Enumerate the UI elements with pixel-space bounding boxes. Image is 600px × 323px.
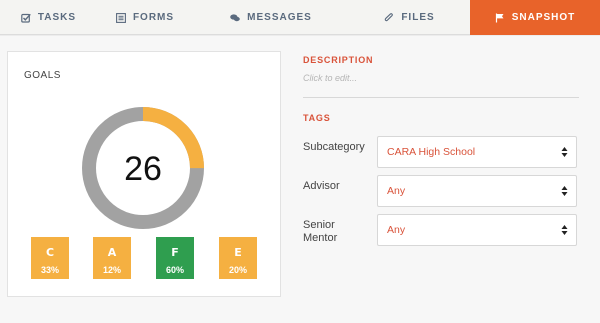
grade-letter: C — [45, 246, 55, 259]
senior-mentor-select[interactable]: Any — [377, 214, 577, 246]
select-arrows-icon — [561, 225, 568, 235]
paperclip-icon — [385, 12, 394, 21]
grade-percent: 12% — [102, 265, 121, 275]
tab-tasks-label: TASKS — [37, 12, 77, 23]
senior-mentor-value: Any — [387, 224, 406, 236]
subcategory-label: Subcategory — [303, 141, 365, 153]
description-label: DESCRIPTION — [303, 55, 374, 65]
goals-card: GOALS 26 C 33% A 12% F 60% E 20% — [7, 51, 281, 297]
advisor-label: Advisor — [303, 180, 340, 192]
grade-box-c: C 33% — [31, 237, 69, 279]
subcategory-select[interactable]: CARA High School — [377, 136, 577, 168]
grade-letter: F — [171, 246, 179, 259]
list-icon — [115, 12, 126, 23]
advisor-select[interactable]: Any — [377, 175, 577, 207]
select-arrows-icon — [561, 186, 568, 196]
tab-messages[interactable]: MESSAGES — [193, 0, 349, 35]
tab-messages-label: MESSAGES — [247, 12, 312, 23]
tab-bar: TASKS FORMS MESSAGES FILES SNAPSHOT — [0, 0, 600, 35]
snapshot-panel: GOALS 26 C 33% A 12% F 60% E 20% DESCRIP… — [0, 36, 600, 323]
grade-box-a: A 12% — [93, 237, 131, 279]
grade-percent: 60% — [165, 265, 184, 275]
tab-snapshot[interactable]: SNAPSHOT — [470, 0, 600, 35]
senior-mentor-label: Senior Mentor — [303, 219, 338, 244]
tab-forms-label: FORMS — [132, 12, 175, 23]
grade-percent: 33% — [40, 265, 59, 275]
flag-icon — [495, 13, 504, 22]
subcategory-value: CARA High School — [387, 146, 476, 158]
grade-letter: A — [107, 246, 117, 259]
description-field[interactable]: Click to edit... — [303, 73, 357, 83]
grade-box-f: F 60% — [156, 237, 194, 279]
tab-forms[interactable]: FORMS — [97, 0, 193, 35]
select-arrows-icon — [561, 147, 568, 157]
tab-tasks[interactable]: TASKS — [0, 0, 97, 35]
advisor-value: Any — [387, 185, 406, 197]
tab-snapshot-label: SNAPSHOT — [511, 12, 576, 23]
chat-bubbles-icon — [230, 13, 240, 21]
tags-label: TAGS — [303, 113, 331, 123]
tab-files[interactable]: FILES — [349, 0, 470, 35]
tab-files-label: FILES — [401, 12, 435, 23]
check-square-icon — [21, 13, 31, 23]
grade-letter: E — [234, 246, 242, 259]
goals-value: 26 — [124, 150, 162, 188]
divider — [303, 97, 579, 98]
grade-box-e: E 20% — [219, 237, 257, 279]
grade-percent: 20% — [228, 265, 247, 275]
